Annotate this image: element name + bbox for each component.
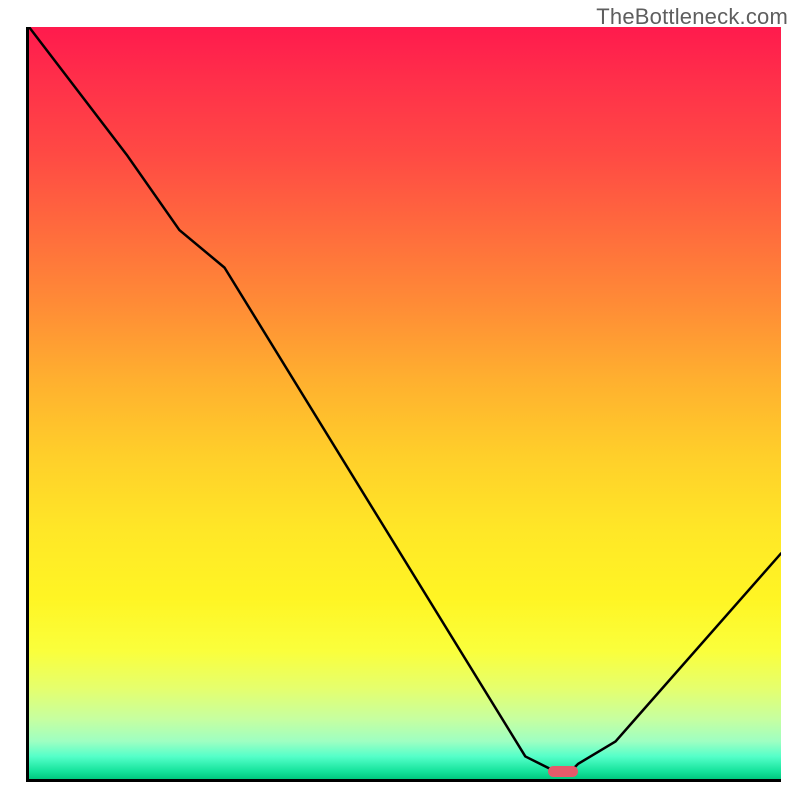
bottleneck-curve-path bbox=[29, 27, 781, 771]
plot-curve-svg bbox=[29, 27, 781, 779]
bottleneck-marker bbox=[548, 766, 578, 777]
watermark-text: TheBottleneck.com bbox=[596, 4, 788, 30]
